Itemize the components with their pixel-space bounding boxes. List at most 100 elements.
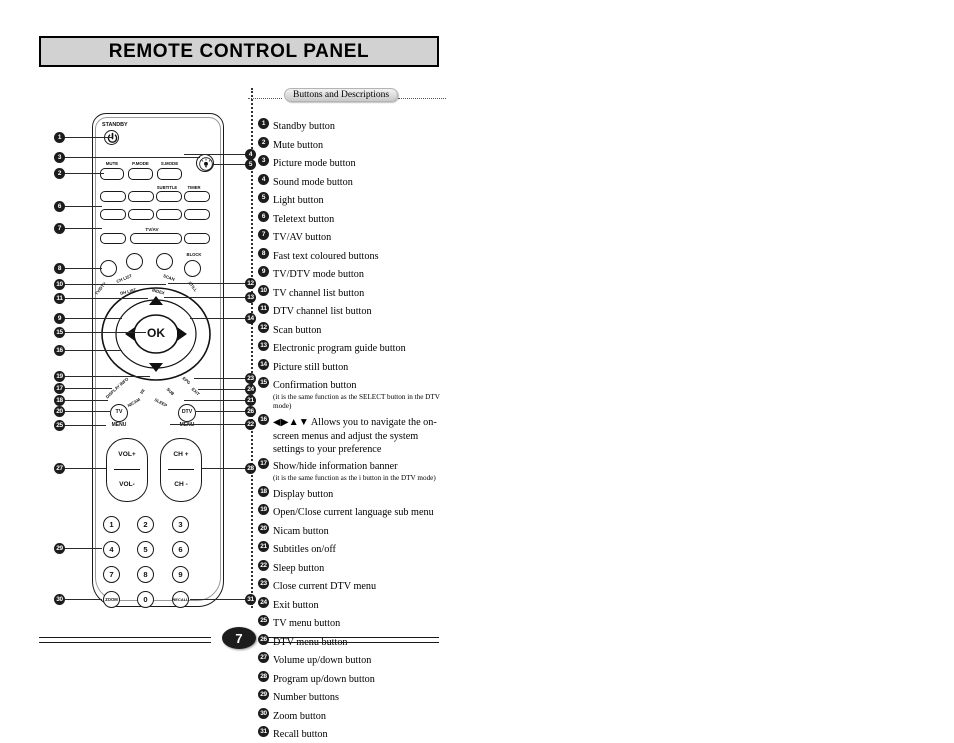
remote-colour-key-yellow[interactable] xyxy=(156,253,173,270)
description-text-wrap: TV/AV button xyxy=(273,227,331,245)
description-item: 29 Number buttons xyxy=(258,687,458,705)
callout-bubble-19: 19 xyxy=(54,371,65,382)
nav-right-icon xyxy=(177,327,187,341)
description-item: 5 Light button xyxy=(258,190,458,208)
remote-key-label-chdown: CH - xyxy=(174,480,188,488)
description-text-wrap: Show/hide information banner (it is the s… xyxy=(273,456,436,483)
description-item: 20 Nicam button xyxy=(258,521,458,539)
callout-bubble-8: 8 xyxy=(54,263,65,274)
remote-digit-label-1: 1 xyxy=(109,520,114,529)
remote-teletext-key-9[interactable] xyxy=(100,233,126,244)
description-text: Picture still button xyxy=(273,361,349,373)
buttons-and-descriptions-header: Buttons and Descriptions xyxy=(246,88,446,106)
callout-line-19 xyxy=(60,376,150,377)
remote-teletext-key-10[interactable] xyxy=(184,233,210,244)
description-text: TV channel list button xyxy=(273,287,365,299)
remote-sound-mode-key[interactable] xyxy=(157,168,182,180)
description-text-wrap: Standby button xyxy=(273,116,335,134)
description-item: 6 Teletext button xyxy=(258,209,458,227)
callout-bubble-9: 9 xyxy=(54,313,65,324)
remote-teletext-key-8[interactable] xyxy=(184,209,210,220)
description-text: Mute button xyxy=(273,139,324,151)
callout-line-3 xyxy=(60,157,200,158)
callout-line-17 xyxy=(60,388,112,389)
description-bullet: 31 xyxy=(258,726,269,738)
remote-key-label-timer: TIMER xyxy=(187,184,201,190)
callout-bubble-16: 16 xyxy=(54,345,65,356)
remote-teletext-key-3[interactable] xyxy=(156,191,182,202)
description-bullet: 3 xyxy=(258,155,269,166)
description-text-wrap: Picture mode button xyxy=(273,153,356,171)
callout-line-22 xyxy=(170,424,252,425)
description-item: 14 Picture still button xyxy=(258,357,458,375)
description-bullet: 6 xyxy=(258,210,269,222)
description-bullet: 11 xyxy=(258,303,269,314)
remote-colour-key-green[interactable] xyxy=(126,253,143,270)
description-bullet: 20 xyxy=(258,522,269,534)
callout-bubble-28: 28 xyxy=(245,463,256,474)
remote-ok-key[interactable]: OK xyxy=(140,324,172,342)
description-bullet: 7 xyxy=(258,229,269,240)
remote-teletext-key-5[interactable] xyxy=(100,209,126,220)
remote-teletext-key-1[interactable] xyxy=(100,191,126,202)
remote-tvav-key[interactable] xyxy=(130,233,182,244)
description-item: 30 Zoom button xyxy=(258,706,458,724)
remote-picture-mode-key[interactable] xyxy=(128,168,153,180)
callout-line-15 xyxy=(60,332,146,333)
description-bullet: 12 xyxy=(258,321,269,333)
description-item: 22 Sleep button xyxy=(258,558,458,576)
remote-teletext-key-7[interactable] xyxy=(156,209,182,220)
remote-teletext-key-4[interactable] xyxy=(184,191,210,202)
callout-line-31 xyxy=(190,599,252,600)
description-text: Scan button xyxy=(273,324,322,336)
description-text: Electronic program guide button xyxy=(273,343,406,354)
left-page-footer: 7 xyxy=(39,627,439,649)
callout-bubble-21: 21 xyxy=(245,395,256,406)
remote-digit-label-3: 3 xyxy=(178,520,183,529)
remote-key-label-smode: S.MODE xyxy=(160,161,179,166)
callout-line-9 xyxy=(60,318,122,319)
description-text: Light button xyxy=(273,195,324,206)
description-bullet: 22 xyxy=(258,559,269,571)
description-text: Confirmation button xyxy=(273,380,357,391)
remote-digit-label-2: 2 xyxy=(143,520,148,529)
callout-line-10 xyxy=(60,284,166,285)
remote-key-label-recall: RECALL xyxy=(172,597,189,602)
description-text-wrap: Volume up/down button xyxy=(273,650,371,668)
remote-colour-key-red[interactable] xyxy=(100,260,117,277)
channel-rocker-divider xyxy=(168,469,194,470)
remote-key-label-zoom: ZOOM xyxy=(105,597,118,602)
description-item: 31 Recall button xyxy=(258,724,458,742)
description-text: TV/DTV mode button xyxy=(273,269,364,280)
callout-bubble-31: 31 xyxy=(245,594,256,605)
remote-colour-key-blue[interactable] xyxy=(184,260,201,277)
description-bullet: 13 xyxy=(258,340,269,351)
description-item: 1 Standby button xyxy=(258,116,458,134)
description-text-wrap: TV/DTV mode button xyxy=(273,264,364,282)
remote-mute-key[interactable] xyxy=(100,168,124,180)
callout-bubble-2: 2 xyxy=(54,168,65,179)
callout-line-13 xyxy=(164,297,252,298)
callout-line-23 xyxy=(194,378,252,379)
manual-spread: REMOTE CONTROL PANEL Buttons and Descrip… xyxy=(0,0,954,740)
footer-rule-right xyxy=(267,637,439,643)
description-text-wrap: Light button xyxy=(273,190,324,208)
description-bullet: 2 xyxy=(258,136,269,148)
remote-key-label-volup: VOL+ xyxy=(118,450,136,458)
callout-line-14 xyxy=(190,318,252,319)
description-text-wrap: Recall button xyxy=(273,724,328,742)
callout-line-27 xyxy=(60,468,106,469)
description-text: TV/AV button xyxy=(273,232,332,243)
remote-digit-label-0: 0 xyxy=(143,595,148,604)
remote-teletext-key-2[interactable] xyxy=(128,191,154,202)
description-text: Zoom button xyxy=(273,710,326,722)
remote-key-label-tvav: TV/AV xyxy=(145,227,159,232)
description-item: 7 TV/AV button xyxy=(258,227,458,245)
description-bullet: 23 xyxy=(258,578,269,590)
callout-line-2 xyxy=(60,173,104,174)
remote-teletext-key-6[interactable] xyxy=(128,209,154,220)
description-text-wrap: Electronic program guide button xyxy=(273,338,406,356)
description-item: 28 Program up/down button xyxy=(258,669,458,687)
callout-line-4 xyxy=(184,154,250,155)
callout-bubble-17: 17 xyxy=(54,383,65,394)
